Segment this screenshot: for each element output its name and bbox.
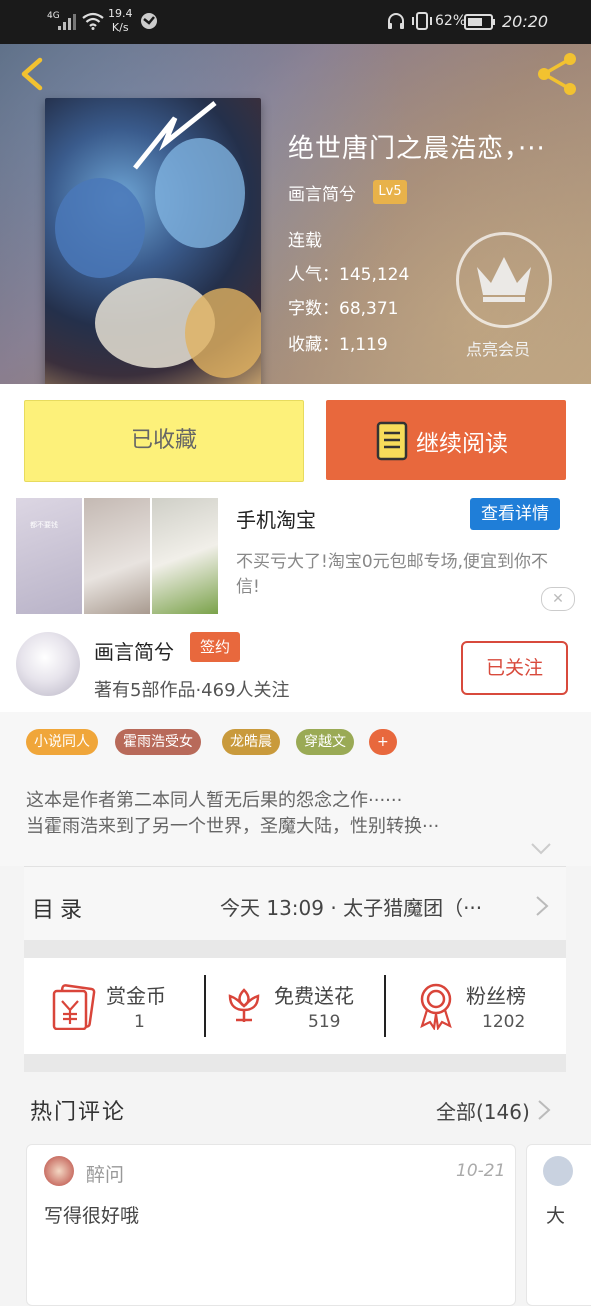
ad-close-button[interactable]: ✕ (541, 587, 575, 611)
all-comments-link[interactable]: 全部(146) (436, 1096, 530, 1125)
status-bar: 4G 19.4 K/s 62% 20:20 (0, 0, 591, 44)
popularity: 人气：145,124 (288, 265, 410, 285)
book-header: 绝世唐门之晨浩恋，··· 画言简兮 Lv5 连载 人气：145,124 字数：6… (0, 44, 591, 384)
collected-button[interactable]: 已收藏 (24, 400, 304, 482)
book-cover[interactable] (45, 98, 261, 384)
chevron-right-icon (536, 896, 549, 916)
ad-image-2[interactable] (84, 498, 150, 614)
stat-label: 粉丝榜 (466, 984, 526, 1008)
share-icon (538, 53, 576, 95)
stat-value: 519 (308, 1012, 341, 1032)
commenter-avatar[interactable] (44, 1156, 74, 1186)
author-name[interactable]: 画言简兮 (94, 636, 174, 665)
ad-image-caption: 都不要钱 (30, 521, 58, 529)
clock: 20:20 (502, 12, 549, 31)
commenter-name[interactable]: 醉问 (86, 1160, 124, 1187)
chevron-right-icon[interactable] (537, 1099, 551, 1121)
network-speed: 19.4 K/s (108, 7, 133, 34)
author-stats: 著有5部作品·469人关注 (94, 680, 290, 701)
stat-label: 免费送花 (274, 984, 354, 1008)
book-icon (376, 421, 408, 461)
favorites-count: 收藏：1,119 (288, 335, 388, 355)
chevron-left-icon (21, 57, 43, 91)
book-title: 绝世唐门之晨浩恋，··· (288, 134, 546, 164)
section-divider (24, 940, 566, 958)
ad-image-3[interactable] (152, 498, 218, 614)
flower-icon (228, 988, 260, 1022)
medal-icon (420, 983, 452, 1030)
stat-value: 1 (134, 1012, 145, 1032)
section-divider (24, 1054, 566, 1072)
ad-description[interactable]: 不买亏大了!淘宝0元包邮专场,便宜到你不信! (236, 550, 566, 600)
back-button[interactable] (14, 56, 50, 92)
ad-detail-button[interactable]: 查看详情 (470, 498, 560, 530)
signed-badge: 签约 (190, 632, 240, 662)
share-button[interactable] (534, 50, 582, 98)
ad-image-1[interactable]: 都不要钱 (16, 498, 82, 614)
cover-lightning-icon (133, 101, 217, 170)
stat-divider (204, 975, 206, 1037)
tag-chip[interactable]: + (369, 729, 397, 755)
vibrate-icon (412, 12, 432, 30)
comment-text[interactable]: 大 (546, 1201, 565, 1228)
reward-coin-button[interactable]: 赏金币 1 (50, 978, 200, 1042)
fan-ranking-button[interactable]: 粉丝榜 1202 (412, 978, 562, 1042)
tag-chip[interactable]: 小说同人 (26, 729, 98, 755)
vpn-icon (141, 13, 157, 29)
wifi-icon (82, 12, 104, 30)
commenter-avatar[interactable] (543, 1156, 573, 1186)
stat-value: 1202 (482, 1012, 526, 1032)
header-author-name[interactable]: 画言简兮 (288, 180, 356, 205)
tag-chip[interactable]: 穿越文 (296, 729, 354, 755)
vip-label: 点亮会员 (466, 340, 531, 359)
follow-button[interactable]: 已关注 (461, 641, 568, 695)
headphones-icon (388, 13, 404, 29)
comment-text[interactable]: 写得很好哦 (44, 1201, 139, 1228)
author-level-badge: Lv5 (373, 180, 407, 204)
reward-coin-icon (52, 984, 96, 1030)
battery-percent: 62% (435, 13, 467, 29)
serial-status: 连载 (288, 231, 322, 251)
ad-title[interactable]: 手机淘宝 (236, 504, 316, 533)
free-flower-button[interactable]: 免费送花 519 (222, 978, 378, 1042)
tag-chip[interactable]: 霍雨浩受女 (115, 729, 201, 755)
description-line-2[interactable]: 当霍雨浩来到了另一个世界，圣魔大陆，性别转换··· (26, 812, 439, 838)
word-count: 字数：68,371 (288, 299, 399, 319)
stat-label: 赏金币 (106, 984, 166, 1008)
tag-chip[interactable]: 龙皓晨 (222, 729, 280, 755)
battery-icon (464, 14, 495, 30)
signal-icon (58, 14, 76, 30)
crown-icon (477, 257, 531, 302)
vip-button[interactable] (456, 232, 552, 328)
latest-chapter[interactable]: 今天 13:09 · 太子猎魔团（··· (220, 892, 482, 921)
comment-date: 10-21 (456, 1161, 506, 1181)
continue-reading-button[interactable]: 继续阅读 (326, 400, 566, 480)
continue-reading-label: 继续阅读 (416, 431, 508, 457)
toc-label: 目录 (32, 898, 89, 923)
author-avatar[interactable] (16, 632, 80, 696)
expand-chevron-icon[interactable] (530, 842, 552, 856)
hot-comments-title: 热门评论 (30, 1100, 127, 1125)
stat-divider (384, 975, 386, 1037)
description-line-1[interactable]: 这本是作者第二本同人暂无后果的怨念之作······ (26, 786, 402, 812)
